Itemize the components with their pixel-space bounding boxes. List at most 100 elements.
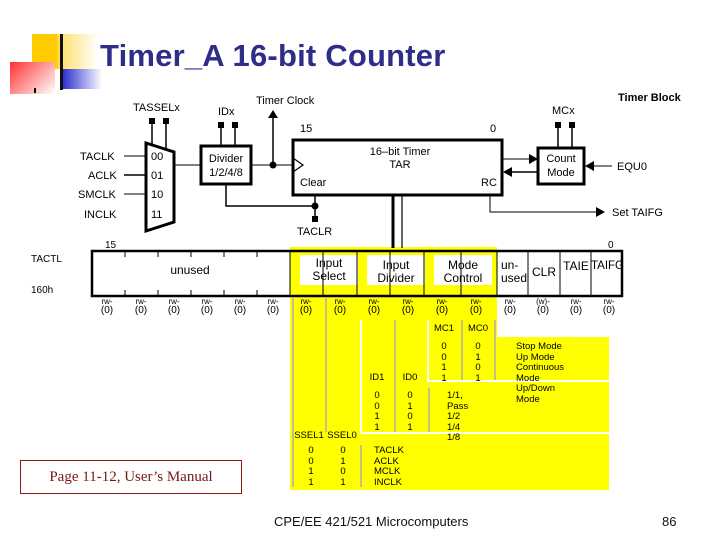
bit-access-cell: rw- (0) — [126, 297, 156, 316]
bit-reset-value: (0) — [569, 305, 583, 316]
bit-access-cell: rw- (0) — [192, 297, 222, 316]
bit-reset-value: (0) — [233, 305, 247, 316]
mode-description: Up/Down Mode — [516, 383, 556, 405]
source-description: TACLK — [374, 445, 404, 456]
idx-pin-2 — [232, 122, 238, 128]
bit-access-cell: rw- (0) — [258, 297, 288, 316]
field-taie: TAIE — [563, 259, 589, 273]
bit-access-cell: rw- (0) — [359, 297, 389, 316]
field-mode-control-line2: Control — [443, 271, 483, 285]
divider-sep-2 — [428, 388, 430, 432]
field-clr: CLR — [531, 265, 556, 279]
field-input-select-line2: Select — [312, 269, 346, 283]
page-number: 86 — [662, 514, 677, 529]
mode-mc0-col: 0101 — [462, 341, 494, 384]
taclr-label: TACLR — [297, 226, 332, 238]
input-inclk: INCLK — [84, 209, 117, 221]
mcx-pin-1 — [555, 122, 561, 128]
divider-header-id1: ID1 — [369, 372, 385, 383]
bit-access-cell: rw- (0) — [92, 297, 122, 316]
tar-msb: 15 — [300, 123, 312, 135]
source-ssel0-value: 0 — [340, 445, 346, 456]
field-unused: unused — [170, 263, 210, 277]
field-input-select: Input Select — [300, 257, 358, 283]
source-ssel1-value: 1 — [308, 466, 314, 477]
input-smclk: SMCLK — [78, 189, 117, 201]
equ0-label: EQU0 — [617, 161, 647, 173]
divider-description: 1/1, Pass — [447, 390, 469, 412]
manual-reference: Page 11-12, User’s Manual — [20, 460, 242, 494]
mux-code-10: 10 — [151, 189, 163, 201]
divider-label-2: 1/2/4/8 — [209, 167, 243, 179]
tar-rc-label: RC — [481, 177, 497, 189]
bit-reset-value: (0) — [435, 305, 449, 316]
divider-id0-col: 0101 — [395, 390, 425, 433]
mode-sep-1 — [461, 320, 463, 380]
divider-id1-col: 0011 — [362, 390, 392, 433]
bit-reset-value: (0) — [134, 305, 148, 316]
bit-reset-value: (0) — [536, 305, 550, 316]
input-aclk: ACLK — [88, 170, 117, 182]
bit-access-cell: rw- (0) — [291, 297, 321, 316]
divider-id1-value: 0 — [374, 390, 380, 401]
divider-id0-value: 1 — [407, 421, 413, 433]
mcx-pin-2 — [569, 122, 575, 128]
divider-id0-value: 0 — [407, 411, 413, 422]
bit-access-cell: rw- (0) — [393, 297, 423, 316]
bit-access-cell: rw- (0) — [325, 297, 355, 316]
bit-reset-value: (0) — [266, 305, 280, 316]
mux-code-11: 11 — [151, 209, 162, 221]
bit-reset-value: (0) — [503, 305, 517, 316]
bit-reset-value: (0) — [367, 305, 381, 316]
source-description: INCLK — [374, 476, 402, 488]
source-header-ssel0: SSEL0 — [327, 430, 357, 441]
tasselx-pin-2 — [163, 118, 169, 124]
source-sep-1 — [292, 297, 294, 487]
timer-block-heading: Timer Block — [618, 92, 682, 104]
field-unused-bit4: un- used — [497, 259, 532, 285]
source-sep-2 — [325, 297, 327, 432]
timer-clock-label: Timer Clock — [256, 95, 315, 107]
source-ssel1-value: 0 — [308, 445, 314, 456]
bit-reset-value: (0) — [469, 305, 483, 316]
tasselx-label: TASSELx — [133, 102, 180, 114]
tar-clear-label: Clear — [300, 177, 327, 189]
mode-mc1-value: 1 — [441, 362, 447, 373]
source-desc-col: TACLK ACLK MCLK INCLK — [374, 445, 404, 488]
timer-clock-arrow — [268, 110, 278, 118]
source-ssel0-value: 0 — [340, 466, 346, 477]
field-taifg: TAIFG — [591, 260, 625, 272]
source-ssel0-value: 1 — [340, 476, 346, 488]
bit-reset-value: (0) — [200, 305, 214, 316]
tar-label-1: 16–bit Timer — [370, 146, 431, 158]
divider-description: 1/2 — [447, 411, 461, 422]
field-input-divider: Input Divider — [367, 259, 425, 285]
bit-access-cell: rw- (0) — [427, 297, 457, 316]
divider-label-1: Divider — [209, 153, 244, 165]
bit-reset-value: (0) — [602, 305, 616, 316]
divider-id1-value: 1 — [374, 411, 380, 422]
count-mode-label-2: Mode — [547, 167, 575, 179]
source-ssel1-col: 0011 — [296, 445, 326, 488]
source-ssel1-value: 1 — [308, 476, 314, 488]
divider-sep-1 — [394, 320, 396, 432]
source-sep-3 — [360, 445, 362, 487]
mode-header-mc1: MC1 — [433, 323, 455, 334]
idx-pin-1 — [218, 122, 224, 128]
field-mode-control: Mode Control — [434, 259, 492, 285]
mode-desc-col: Stop Mode Up Mode Continuous Mode Up/Down M… — [516, 341, 564, 405]
divider-description: 1/8 — [447, 432, 461, 443]
mux-code-00: 00 — [151, 151, 163, 163]
table-divider-top — [497, 320, 609, 337]
timer-block-diagram: TASSELx TACLK ACLK SMCLK INCLK 00 01 10 … — [78, 92, 682, 248]
bit-reset-value: (0) — [167, 305, 181, 316]
bit-access-cell: rw- (0) — [225, 297, 255, 316]
divider-id1-value: 1 — [374, 421, 380, 433]
mcx-label: MCx — [552, 105, 575, 117]
mode-mc1-value: 0 — [441, 341, 447, 352]
divider-id0-value: 0 — [407, 390, 413, 401]
tar-lsb: 0 — [490, 123, 496, 135]
divider-desc-col: 1/1, Pass 1/2 1/4 1/8 — [447, 390, 469, 444]
taclr-pin — [312, 216, 318, 222]
bit-access-cell: rw- (0) — [495, 297, 525, 316]
